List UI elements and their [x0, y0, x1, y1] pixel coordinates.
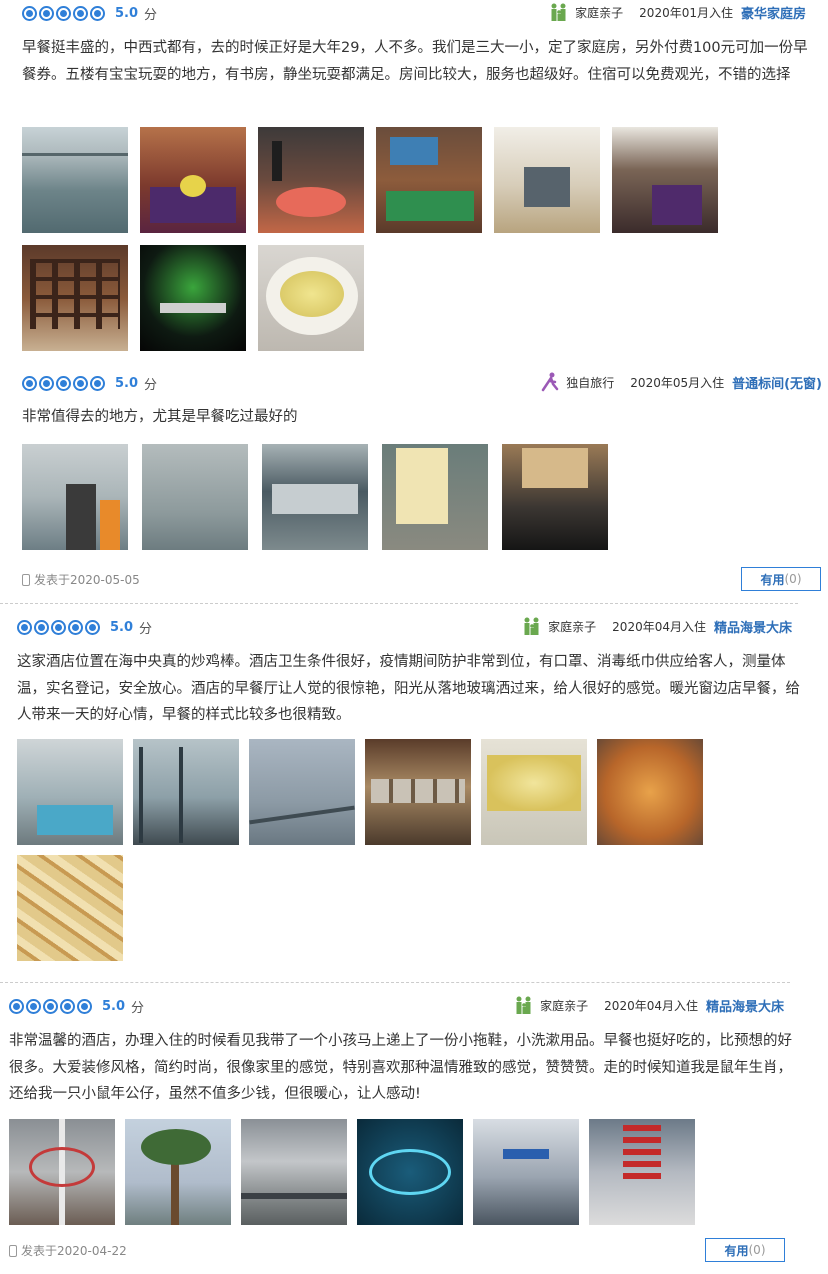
star-icon — [77, 999, 92, 1014]
useful-button[interactable]: 有用 (0) — [741, 567, 821, 591]
useful-label: 有用 — [760, 572, 785, 587]
useful-label: 有用 — [724, 1243, 749, 1258]
family-icon — [524, 617, 539, 635]
star-icon — [39, 376, 54, 391]
star-icon — [22, 6, 37, 21]
review-photo[interactable] — [365, 739, 471, 845]
room-type-link[interactable]: 豪华家庭房 — [741, 3, 806, 22]
star-icon — [56, 376, 71, 391]
review-photo[interactable] — [357, 1119, 463, 1225]
star-icon — [43, 999, 58, 1014]
review-photo[interactable] — [481, 739, 587, 845]
useful-button[interactable]: 有用 (0) — [705, 1238, 785, 1262]
star-icon — [56, 6, 71, 21]
star-icon — [73, 6, 88, 21]
review-photo[interactable] — [597, 739, 703, 845]
review-photo[interactable] — [502, 444, 608, 550]
review-card: 5.0 分 独自旅行 2020年05月入住 普通标间(无窗) 非常值得去的地方，… — [0, 368, 828, 598]
traveler-type: 家庭亲子 — [548, 619, 597, 634]
star-rating: 5.0 分 — [22, 4, 157, 23]
star-icon — [90, 6, 105, 21]
star-rating: 5.0 分 — [22, 374, 157, 393]
rating-unit: 分 — [139, 622, 153, 637]
review-photo[interactable] — [258, 127, 364, 233]
review-divider — [0, 603, 798, 604]
review-photo[interactable] — [249, 739, 355, 845]
family-icon — [516, 996, 531, 1014]
review-photo[interactable] — [376, 127, 482, 233]
review-photo[interactable] — [140, 127, 246, 233]
review-photo[interactable] — [262, 444, 368, 550]
review-photo[interactable] — [382, 444, 488, 550]
review-photo[interactable] — [133, 739, 239, 845]
mobile-phone-icon — [22, 573, 30, 586]
star-icon — [73, 376, 88, 391]
star-rating: 5.0 分 — [17, 618, 152, 637]
review-photo[interactable] — [22, 444, 128, 550]
rating-score: 5.0 — [115, 376, 139, 391]
star-icon — [60, 999, 75, 1014]
room-type-link[interactable]: 普通标间(无窗) — [732, 373, 822, 392]
post-date: 发表于2020-04-22 — [9, 1242, 127, 1259]
post-date-text: 发表于2020-05-05 — [34, 573, 140, 587]
review-photo[interactable] — [258, 245, 364, 351]
review-text: 非常温馨的酒店，办理入住的时候看见我带了一个小孩马上递上了一份小拖鞋，小洗漱用品… — [9, 1033, 792, 1102]
stay-date: 2020年01月入住 — [639, 5, 733, 20]
review-photo[interactable] — [473, 1119, 579, 1225]
star-icon — [85, 620, 100, 635]
star-icon — [90, 376, 105, 391]
family-icon — [551, 3, 566, 21]
review-photo[interactable] — [9, 1119, 115, 1225]
review-card: 5.0 分 家庭亲子 2020年04月入住 精品海景大床 非常温馨的酒店，办理入… — [0, 993, 828, 1274]
review-card: 5.0 分 家庭亲子 2020年01月入住 豪华家庭房 早餐挺丰盛的，中西式都有… — [0, 0, 828, 360]
star-rating: 5.0 分 — [9, 997, 144, 1016]
star-icon — [22, 376, 37, 391]
review-card: 5.0 分 家庭亲子 2020年04月入住 精品海景大床 这家酒店位置在海中央真… — [0, 614, 828, 970]
review-photo[interactable] — [142, 444, 248, 550]
post-date: 发表于2020-05-05 — [22, 571, 140, 588]
rating-score: 5.0 — [110, 620, 134, 635]
rating-score: 5.0 — [115, 6, 139, 21]
stay-date: 2020年05月入住 — [630, 375, 725, 390]
useful-count: (0) — [784, 572, 802, 586]
stay-date: 2020年04月入住 — [604, 998, 698, 1013]
post-date-text: 发表于2020-04-22 — [21, 1244, 127, 1258]
star-icon — [9, 999, 24, 1014]
star-icon — [34, 620, 49, 635]
review-photo[interactable] — [22, 245, 128, 351]
review-photo[interactable] — [589, 1119, 695, 1225]
review-photo[interactable] — [17, 739, 123, 845]
mobile-phone-icon — [9, 1244, 17, 1257]
star-icon — [39, 6, 54, 21]
star-icon — [26, 999, 41, 1014]
review-divider — [0, 982, 790, 983]
review-text: 早餐挺丰盛的，中西式都有，去的时候正好是大年29，人不多。我们是三大一小，定了家… — [22, 40, 808, 83]
traveler-type: 家庭亲子 — [575, 5, 624, 20]
rating-unit: 分 — [144, 8, 158, 23]
rating-unit: 分 — [131, 1001, 145, 1016]
room-type-link[interactable]: 精品海景大床 — [706, 996, 784, 1015]
review-photo[interactable] — [494, 127, 600, 233]
star-icon — [51, 620, 66, 635]
review-photo[interactable] — [140, 245, 246, 351]
rating-score: 5.0 — [102, 999, 126, 1014]
traveler-type: 独自旅行 — [566, 375, 615, 390]
review-text: 非常值得去的地方，尤其是早餐吃过最好的 — [22, 409, 298, 425]
stay-date: 2020年04月入住 — [612, 619, 706, 634]
review-photo[interactable] — [612, 127, 718, 233]
useful-count: (0) — [748, 1243, 766, 1257]
review-photo[interactable] — [125, 1119, 231, 1225]
solo-walker-icon — [542, 372, 559, 392]
star-icon — [68, 620, 83, 635]
traveler-type: 家庭亲子 — [540, 998, 589, 1013]
star-icon — [17, 620, 32, 635]
review-photo[interactable] — [22, 127, 128, 233]
rating-unit: 分 — [144, 378, 158, 393]
review-text: 这家酒店位置在海中央真的炒鸡棒。酒店卫生条件很好，疫情期间防护非常到位，有口罩、… — [17, 654, 800, 723]
room-type-link[interactable]: 精品海景大床 — [714, 617, 792, 636]
review-photo[interactable] — [241, 1119, 347, 1225]
review-photo[interactable] — [17, 855, 123, 961]
